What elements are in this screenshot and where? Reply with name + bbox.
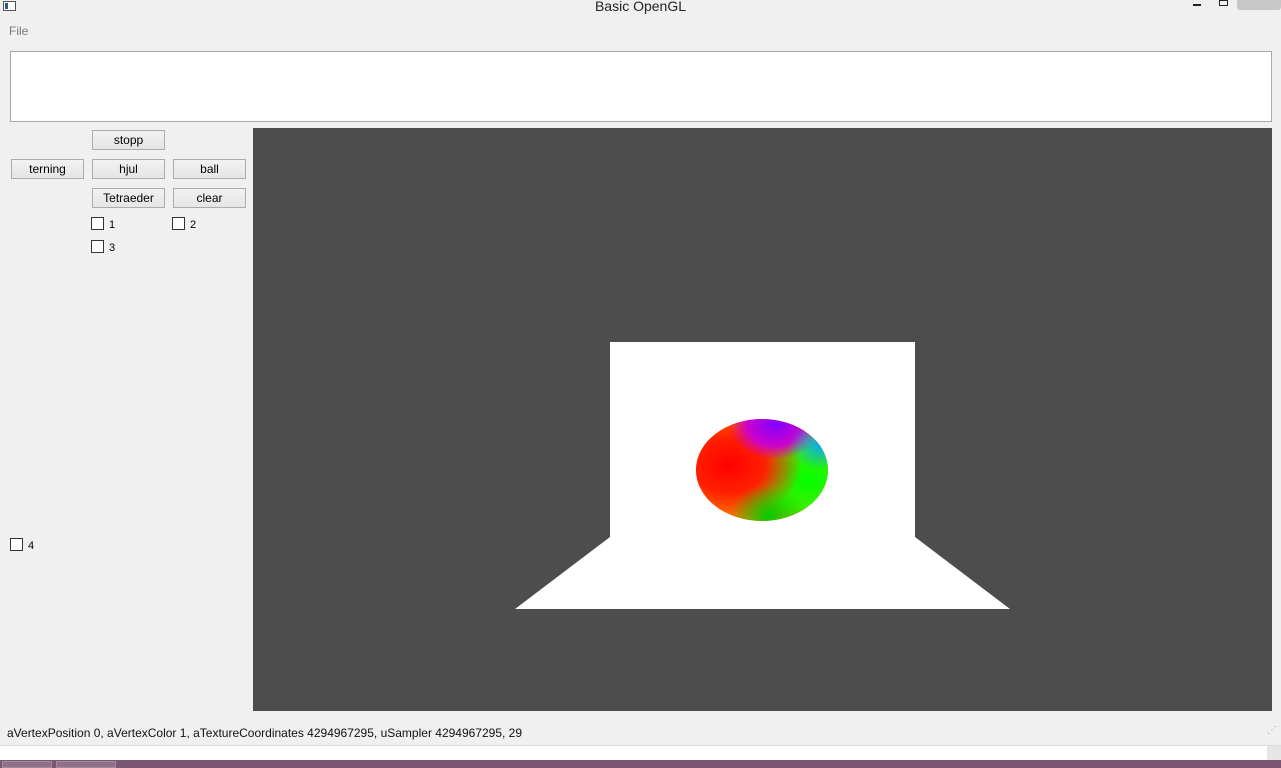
checkbox-4-box[interactable] — [10, 538, 23, 551]
taskbar — [0, 760, 1281, 768]
title-bar: Basic OpenGL — [0, 0, 1281, 20]
tetraeder-button[interactable]: Tetraeder — [92, 188, 165, 208]
output-text-area[interactable] — [10, 51, 1272, 122]
opengl-viewport[interactable] — [253, 128, 1272, 711]
menu-bar: File — [0, 21, 1281, 41]
checkbox-3-box[interactable] — [91, 240, 104, 253]
close-button[interactable] — [1237, 0, 1281, 10]
stopp-button[interactable]: stopp — [92, 130, 165, 150]
scene-ball — [696, 419, 828, 521]
taskbar-item[interactable] — [56, 761, 116, 768]
checkbox-4-label: 4 — [28, 540, 35, 552]
checkbox-3-label: 3 — [109, 242, 116, 254]
maximize-button[interactable] — [1214, 0, 1232, 14]
background-window-strip — [0, 745, 1281, 761]
taskbar-item[interactable] — [2, 761, 52, 768]
checkbox-1-box[interactable] — [91, 217, 104, 230]
menu-file[interactable]: File — [9, 24, 28, 38]
checkbox-2-box[interactable] — [172, 217, 185, 230]
scrollbar[interactable] — [1267, 746, 1281, 761]
terning-button[interactable]: terning — [11, 159, 84, 179]
minimize-button[interactable] — [1188, 0, 1206, 14]
hjul-button[interactable]: hjul — [92, 159, 165, 179]
clear-button[interactable]: clear — [173, 188, 246, 208]
opengl-scene — [515, 342, 1010, 609]
status-bar: aVertexPosition 0, aVertexColor 1, aText… — [0, 723, 1281, 743]
size-grip-icon[interactable] — [1267, 725, 1277, 739]
checkbox-1-label: 1 — [109, 219, 116, 231]
checkbox-2-label: 2 — [190, 219, 197, 231]
ball-button[interactable]: ball — [173, 159, 246, 179]
status-text: aVertexPosition 0, aVertexColor 1, aText… — [7, 726, 523, 740]
window-title: Basic OpenGL — [594, 0, 687, 14]
